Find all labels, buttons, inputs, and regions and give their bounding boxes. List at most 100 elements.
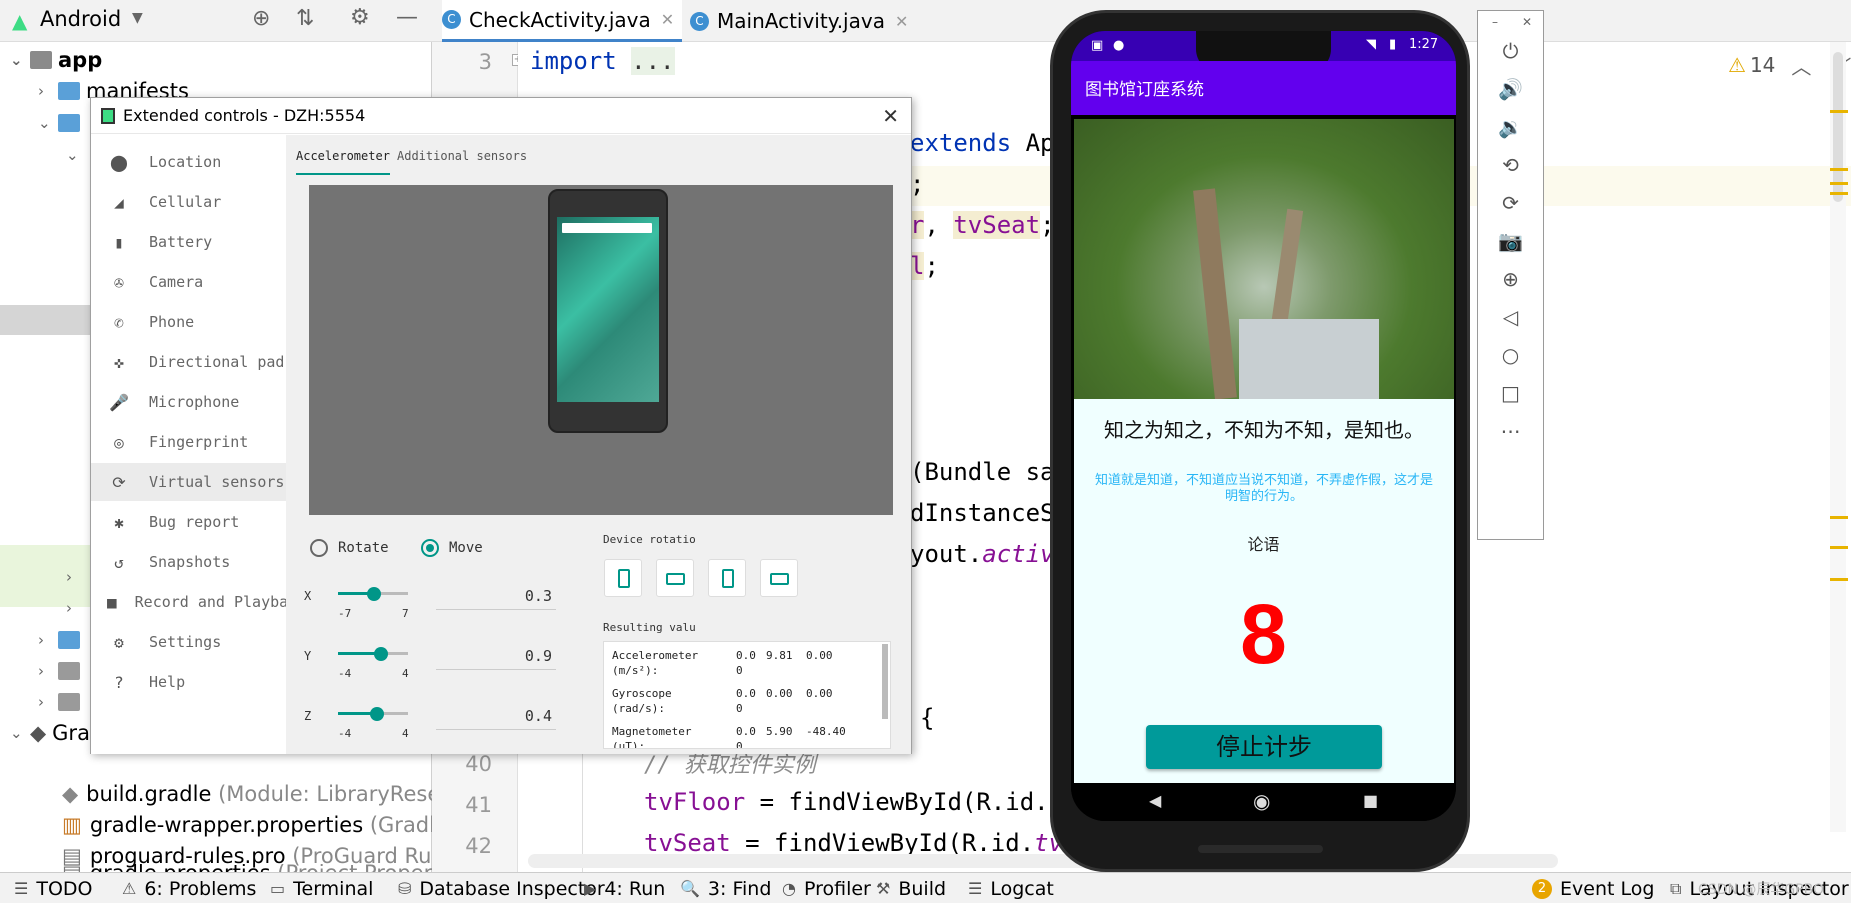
error-stripe-mark[interactable]	[1830, 110, 1848, 113]
tool-button-terminal[interactable]: ▭ Terminal	[270, 873, 373, 903]
nav-item-microphone[interactable]: 🎤 Microphone	[91, 383, 286, 421]
nav-item-bug-report[interactable]: ✱ Bug report	[91, 503, 286, 541]
chevron-right-icon[interactable]: ›	[66, 568, 86, 586]
tab-check-activity[interactable]: C CheckActivity.java ✕	[442, 0, 683, 42]
chevron-right-icon[interactable]: ›	[66, 599, 86, 617]
volume-down-icon[interactable]: 🔉	[1478, 115, 1543, 139]
scrollbar-thumb[interactable]	[1833, 52, 1843, 202]
tool-button-event-log[interactable]: 2 Event Log	[1532, 873, 1654, 903]
collapse-icon[interactable]: ⇅	[296, 6, 314, 31]
nav-item-settings[interactable]: ⚙ Settings	[91, 623, 286, 661]
tool-button-build[interactable]: ⚒ Build	[876, 873, 946, 903]
rotate-right-icon[interactable]: ⟳	[1478, 191, 1543, 215]
slider-thumb[interactable]	[370, 707, 384, 721]
error-stripe-mark[interactable]	[1830, 546, 1848, 549]
code-line: extends Ap	[910, 129, 1055, 157]
power-icon[interactable]: ⏻	[1478, 39, 1543, 63]
back-icon[interactable]: ◁	[1478, 305, 1543, 329]
nav-item-battery[interactable]: ▮ Battery	[91, 223, 286, 261]
nav-item-record-and-playback[interactable]: ■ Record and Playback	[91, 583, 286, 621]
zoom-icon[interactable]: ⊕	[1478, 267, 1543, 291]
nav-item-snapshots[interactable]: ↺ Snapshots	[91, 543, 286, 581]
gear-icon[interactable]: ⚙	[350, 5, 370, 30]
error-stripe-mark[interactable]	[1830, 168, 1848, 171]
radio-rotate[interactable]: Rotate	[310, 539, 389, 557]
slider-thumb[interactable]	[367, 587, 381, 601]
close-icon[interactable]: ✕	[882, 104, 899, 128]
rotate-landscape-button[interactable]	[656, 559, 694, 597]
volume-up-icon[interactable]: 🔊	[1478, 77, 1543, 101]
chevron-right-icon[interactable]: ›	[38, 82, 58, 100]
close-icon[interactable]: ✕	[661, 10, 674, 29]
home-icon[interactable]: ○	[1478, 343, 1543, 367]
overview-icon[interactable]: □	[1478, 381, 1543, 405]
nav-item-virtual-sensors[interactable]: ⟳ Virtual sensors	[91, 463, 286, 501]
chevron-up-icon[interactable]: ︿	[1791, 51, 1811, 80]
crosshair-icon[interactable]: ⊕	[252, 6, 270, 31]
close-icon[interactable]: ✕	[895, 12, 908, 31]
back-icon[interactable]: ◀	[1149, 791, 1161, 810]
tree-node-gradle-scripts[interactable]: ⌄ ◆ Gra	[10, 717, 90, 748]
slider-thumb[interactable]	[374, 647, 388, 661]
tree-node-app[interactable]: ⌄ app	[10, 44, 102, 75]
tool-button-find[interactable]: 🔍 3: Find	[680, 873, 771, 903]
tree-node-a[interactable]: ›	[38, 624, 86, 655]
rotate-left-icon[interactable]: ⟲	[1478, 153, 1543, 177]
chevron-right-icon[interactable]: ›	[38, 693, 58, 711]
error-stripe-mark[interactable]	[1830, 192, 1848, 195]
project-view-selector[interactable]: Android	[40, 7, 121, 31]
nav-item-directional-pad[interactable]: ✜ Directional pad	[91, 343, 286, 381]
radio-move[interactable]: Move	[421, 539, 483, 557]
home-icon[interactable]: ◉	[1253, 789, 1270, 813]
chevron-down-icon[interactable]: ⌄	[66, 146, 86, 164]
tree-node-res2[interactable]: ›	[66, 592, 86, 623]
tree-node-gradle-wrapper[interactable]: ▥ gradle-wrapper.properties (Gradle	[62, 809, 448, 840]
nav-item-fingerprint[interactable]: ◎ Fingerprint	[91, 423, 286, 461]
tool-button-run[interactable]: ▶ 4: Run	[584, 873, 665, 903]
chevron-right-icon[interactable]: ›	[38, 631, 58, 649]
tool-button-profiler[interactable]: ◔ Profiler	[782, 873, 871, 903]
nav-item-phone[interactable]: ✆ Phone	[91, 303, 286, 341]
tool-button-problems[interactable]: ⚠ 6: Problems	[122, 873, 256, 903]
window-title-bar[interactable]: Extended controls - DZH:5554 ✕	[91, 98, 911, 134]
indent-guide	[582, 742, 583, 872]
tab-main-activity[interactable]: C MainActivity.java ✕	[690, 0, 908, 42]
error-stripe-mark[interactable]	[1830, 578, 1848, 581]
minimize-icon[interactable]: –	[1492, 15, 1498, 29]
overview-icon[interactable]: ■	[1363, 791, 1378, 810]
nav-item-camera[interactable]: ✇ Camera	[91, 263, 286, 301]
more-icon[interactable]: ⋯	[1478, 419, 1543, 443]
tree-node-res[interactable]: ›	[66, 561, 86, 592]
error-stripe-mark[interactable]	[1830, 516, 1848, 519]
tree-node-b[interactable]: ›	[38, 655, 86, 686]
tool-button-todo[interactable]: ☰ TODO	[14, 873, 93, 903]
rotate-reverse-portrait-button[interactable]	[708, 559, 746, 597]
close-icon[interactable]: ✕	[1522, 15, 1532, 29]
tool-button-logcat[interactable]: ☰ Logcat	[968, 873, 1054, 903]
chevron-down-icon[interactable]: ⌄	[10, 724, 30, 742]
minimize-icon[interactable]: —	[396, 5, 418, 30]
phone-screen[interactable]: ▣ ● ◥ ▮ 1:27 图书馆订座系统 知之为知之，不知为不知，是知也。 知道…	[1071, 31, 1456, 821]
tree-node-c[interactable]: ›	[38, 686, 86, 717]
error-stripe-mark[interactable]	[1830, 182, 1848, 185]
tree-node-build-gradle[interactable]: ◆ build.gradle (Module: LibraryReser	[62, 778, 449, 809]
screenshot-icon[interactable]: 📷	[1478, 229, 1543, 253]
rotate-reverse-landscape-button[interactable]	[760, 559, 798, 597]
device-3d-view[interactable]	[309, 185, 893, 515]
chevron-down-icon[interactable]: ⌄	[38, 114, 58, 132]
rotate-portrait-button[interactable]	[604, 559, 642, 597]
tab-accelerometer[interactable]: Accelerometer	[296, 149, 390, 175]
tab-additional-sensors[interactable]: Additional sensors	[397, 149, 527, 175]
chevron-down-icon[interactable]: ⌄	[10, 51, 30, 69]
results-scrollbar[interactable]	[882, 644, 888, 719]
tree-node-package[interactable]: ⌄	[66, 139, 86, 170]
folded-import[interactable]: ...	[631, 47, 675, 75]
tree-node-java[interactable]: ⌄	[38, 107, 86, 138]
chevron-down-icon[interactable]: ▼	[132, 10, 143, 26]
nav-item-cellular[interactable]: ◢ Cellular	[91, 183, 286, 221]
stop-step-button[interactable]: 停止计步	[1146, 725, 1382, 769]
nav-item-location[interactable]: ⬤ Location	[91, 143, 286, 181]
tool-button-database-inspector[interactable]: ⛁ Database Inspector	[398, 873, 605, 903]
nav-item-help[interactable]: ? Help	[91, 663, 286, 701]
chevron-right-icon[interactable]: ›	[38, 662, 58, 680]
